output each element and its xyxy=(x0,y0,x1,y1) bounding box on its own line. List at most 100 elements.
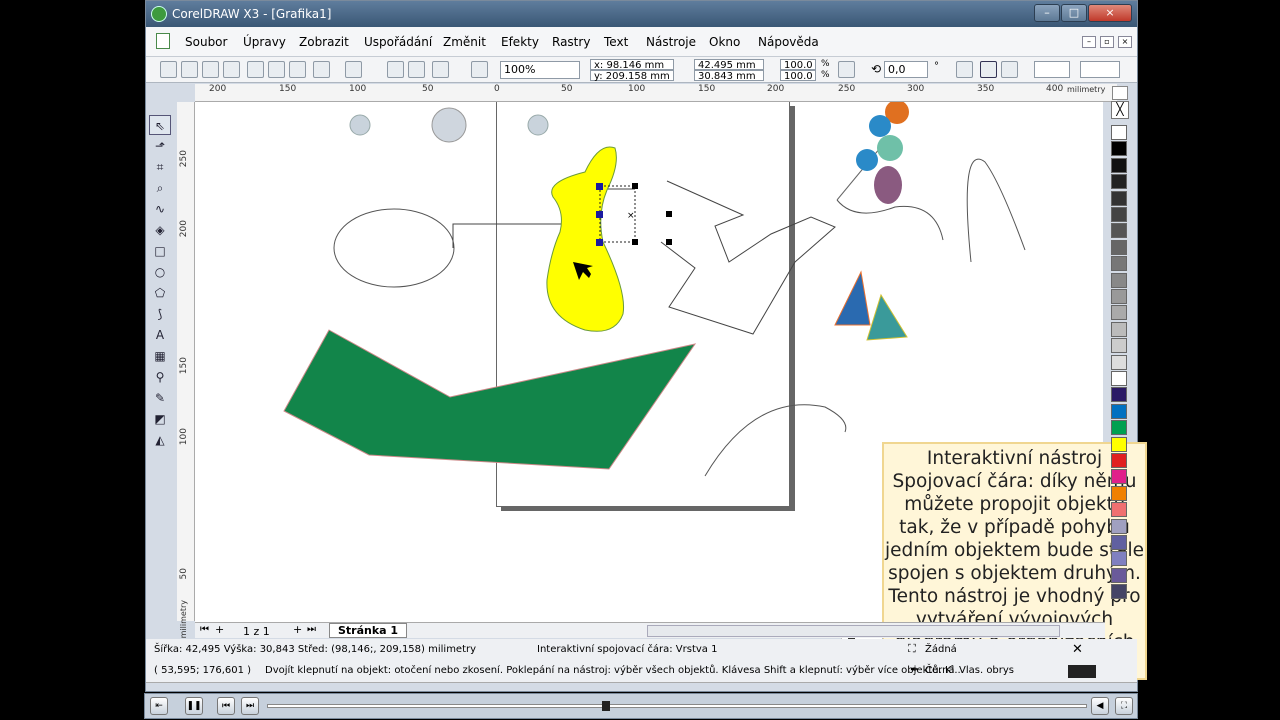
minimize-button[interactable]: – xyxy=(1034,4,1060,22)
ruler-options-icon[interactable] xyxy=(1112,86,1128,100)
angled-connector-icon[interactable] xyxy=(980,61,997,78)
menu-rastry[interactable]: Rastry xyxy=(552,35,590,49)
doc-restore-icon[interactable]: ▫ xyxy=(1100,36,1114,48)
seek-handle[interactable] xyxy=(602,701,610,711)
horizontal-scrollbar[interactable] xyxy=(647,625,1060,637)
color-swatch[interactable] xyxy=(1111,567,1127,583)
color-swatch[interactable] xyxy=(1111,485,1127,501)
color-swatch[interactable] xyxy=(1111,272,1127,288)
interactive-fill-tool-icon[interactable]: ◭ xyxy=(149,430,171,450)
color-swatch[interactable] xyxy=(1111,207,1127,222)
menu-okno[interactable]: Okno xyxy=(709,35,740,49)
fill-tool-icon[interactable]: ◩ xyxy=(149,409,171,429)
add-page-icon[interactable]: + xyxy=(215,623,224,636)
first-page-icon[interactable]: ⏮ xyxy=(200,624,209,635)
color-swatch[interactable] xyxy=(1111,190,1127,206)
save-icon[interactable] xyxy=(202,61,219,78)
color-swatch[interactable] xyxy=(1111,371,1127,386)
freehand-tool-icon[interactable]: ∿ xyxy=(149,199,171,219)
doc-minimize-icon[interactable]: – xyxy=(1082,36,1096,48)
menu-soubor[interactable]: Soubor xyxy=(185,35,227,49)
pick-tool-icon[interactable]: ⇖ xyxy=(149,115,171,135)
scale-y-field[interactable]: 100.0 xyxy=(780,70,816,82)
menu-zobrazit[interactable]: Zobrazit xyxy=(299,35,349,49)
color-swatch[interactable] xyxy=(1111,321,1127,337)
line-style-select[interactable] xyxy=(1080,61,1120,78)
height-field[interactable]: 30.843 mm xyxy=(694,70,764,82)
color-swatch[interactable] xyxy=(1111,453,1127,468)
angle-field[interactable]: 0,0 xyxy=(884,61,928,78)
redo-icon[interactable] xyxy=(345,61,362,78)
color-swatch[interactable] xyxy=(1111,518,1127,534)
width-field[interactable]: 42.495 mm xyxy=(694,59,764,71)
document-icon[interactable] xyxy=(156,33,170,49)
line-start-select[interactable] xyxy=(1034,61,1070,78)
player-exit-icon[interactable]: ⇤ xyxy=(150,697,168,715)
crop-tool-icon[interactable]: ⌗ xyxy=(149,157,171,177)
color-swatch[interactable] xyxy=(1111,157,1127,173)
color-swatch[interactable] xyxy=(1111,584,1127,600)
welcome-icon[interactable] xyxy=(471,61,488,78)
eyedropper-tool-icon[interactable]: ⚲ xyxy=(149,367,171,387)
fullscreen-icon[interactable]: ⛶ xyxy=(1115,697,1133,715)
y-position-field[interactable]: y: 209.158 mm xyxy=(590,70,674,82)
menu-text[interactable]: Text xyxy=(604,35,628,49)
color-swatch[interactable] xyxy=(1111,125,1127,140)
menu-napoveda[interactable]: Nápověda xyxy=(758,35,819,49)
zoom-select[interactable]: 100% xyxy=(500,61,580,79)
tab-page-1[interactable]: Stránka 1 xyxy=(329,623,408,638)
menu-nastroje[interactable]: Nástroje xyxy=(646,35,696,49)
color-swatch[interactable] xyxy=(1111,338,1127,354)
mirror-icon[interactable] xyxy=(956,61,973,78)
add-page-after-icon[interactable]: + xyxy=(293,623,302,636)
maximize-button[interactable]: □ xyxy=(1061,4,1087,22)
color-swatch[interactable] xyxy=(1111,436,1127,452)
interactive-blend-tool-icon[interactable]: ▦ xyxy=(149,346,171,366)
menu-zmenit[interactable]: Změnit xyxy=(443,35,486,49)
outline-tool-icon[interactable]: ✎ xyxy=(149,388,171,408)
color-swatch[interactable] xyxy=(1111,420,1127,436)
text-tool-icon[interactable]: A xyxy=(149,325,171,345)
lock-ratio-icon[interactable] xyxy=(838,61,855,78)
color-swatch[interactable] xyxy=(1111,141,1127,157)
volume-icon[interactable]: ◀ xyxy=(1091,697,1109,715)
rewind-icon[interactable]: ⏮ xyxy=(217,697,235,715)
rectangle-tool-icon[interactable]: □ xyxy=(149,241,171,261)
color-swatch[interactable] xyxy=(1111,403,1127,419)
forward-icon[interactable]: ⏭ xyxy=(241,697,259,715)
menu-efekty[interactable]: Efekty xyxy=(501,35,539,49)
pause-icon[interactable]: ❚❚ xyxy=(185,697,203,715)
menu-upravy[interactable]: Úpravy xyxy=(243,35,286,49)
basic-shapes-tool-icon[interactable]: ⟆ xyxy=(149,304,171,324)
color-swatch[interactable] xyxy=(1111,223,1127,239)
undo-icon[interactable] xyxy=(313,61,330,78)
scale-x-field[interactable]: 100.0 xyxy=(780,59,816,71)
color-swatch[interactable] xyxy=(1111,551,1127,567)
last-page-icon[interactable]: ⏭ xyxy=(307,624,316,635)
cut-icon[interactable] xyxy=(247,61,264,78)
ellipse-tool-icon[interactable]: ○ xyxy=(149,262,171,282)
color-swatch[interactable] xyxy=(1111,535,1127,550)
seek-bar[interactable] xyxy=(267,704,1087,708)
shape-tool-icon[interactable]: ⬏ xyxy=(149,136,171,156)
color-swatch[interactable] xyxy=(1111,239,1127,255)
color-swatch[interactable] xyxy=(1111,502,1127,518)
new-icon[interactable] xyxy=(160,61,177,78)
straight-connector-icon[interactable] xyxy=(1001,61,1018,78)
close-button[interactable]: × xyxy=(1088,4,1132,22)
color-swatch[interactable] xyxy=(1111,174,1127,190)
color-swatch[interactable] xyxy=(1111,289,1127,304)
export-icon[interactable] xyxy=(408,61,425,78)
print-icon[interactable] xyxy=(223,61,240,78)
color-swatch[interactable] xyxy=(1111,305,1127,321)
copy-icon[interactable] xyxy=(268,61,285,78)
menu-usporadani[interactable]: Uspořádání xyxy=(364,35,432,49)
zoom-tool-icon[interactable]: ⌕ xyxy=(149,178,171,198)
drawing-canvas[interactable]: × Interaktivní nástroj Spojovací čára: d… xyxy=(195,102,1147,680)
smart-fill-tool-icon[interactable]: ◈ xyxy=(149,220,171,240)
color-swatch[interactable] xyxy=(1111,354,1127,370)
import-icon[interactable] xyxy=(387,61,404,78)
x-position-field[interactable]: x: 98.146 mm xyxy=(590,59,674,71)
open-icon[interactable] xyxy=(181,61,198,78)
doc-close-icon[interactable]: × xyxy=(1118,36,1132,48)
